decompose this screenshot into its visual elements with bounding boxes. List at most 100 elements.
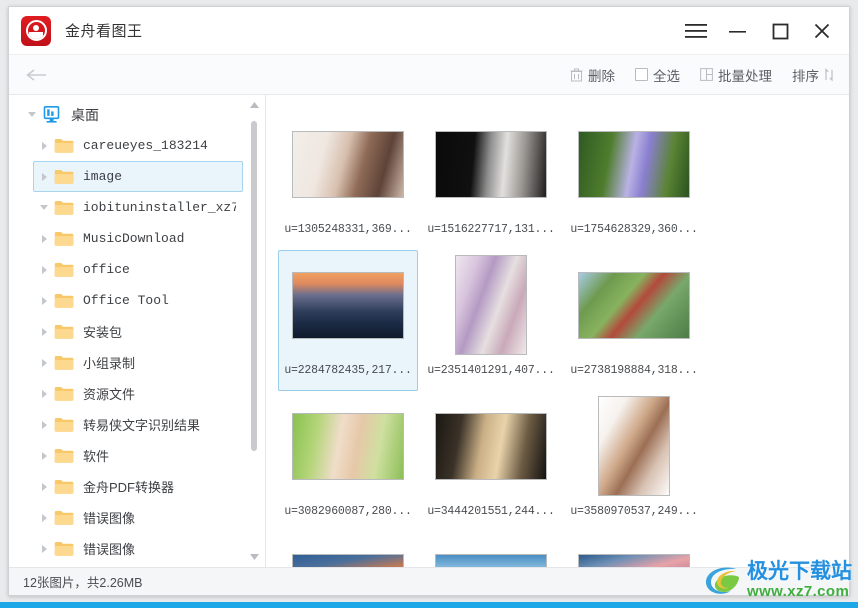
thumbnail-label: u=1516227717,131... [427,223,555,236]
thumbnail-item[interactable]: u=2284782435,217... [278,250,418,391]
tree-item-label: 小组录制 [83,356,136,371]
thumbnail-item[interactable]: u=1305248331,369... [278,109,418,250]
chevron-right-icon[interactable] [34,482,54,491]
thumbnail-item[interactable]: u=611352150,9500... [278,532,418,567]
thumbnail-image [455,255,527,355]
thumbnail-label: u=3580970537,249... [570,505,698,518]
thumbnail-image-wrap [569,394,699,498]
status-bar: 12张图片，共2.26MB [9,567,849,595]
hamburger-menu-icon[interactable] [675,11,717,51]
tree-item-3[interactable]: iobituninstaller_xz7.com [33,192,243,223]
thumbnail-label: u=3082960087,280... [284,505,412,518]
select-all-label: 全选 [653,68,680,84]
select-all-button[interactable]: 全选 [635,65,680,85]
thumbnail-item[interactable]: u=3082960087,280... [278,391,418,532]
back-arrow-icon[interactable] [23,61,51,89]
tree-item-label: careueyes_183214 [83,138,208,153]
tree-item-8[interactable]: 小组录制 [33,347,243,378]
thumbnail-label: u=1754628329,360... [570,223,698,236]
tree-item-12[interactable]: 金舟PDF转换器 [33,471,243,502]
chevron-right-icon[interactable] [34,544,54,553]
thumbnail-label: u=2738198884,318... [570,364,698,377]
folder-tree[interactable]: 桌面 careueyes_183214image iobituninstaller_… [9,95,243,567]
thumbnail-image-wrap [283,535,413,567]
tree-item-label: 转易侠文字识别结果 [83,418,201,433]
thumbnail-item[interactable]: u=2351401291,407... [421,250,561,391]
chevron-right-icon[interactable] [34,358,54,367]
tree-item-9[interactable]: 资源文件 [33,378,243,409]
delete-label: 删除 [588,68,615,84]
chevron-right-icon[interactable] [34,172,54,181]
tree-item-7[interactable]: 安装包 [33,316,243,347]
tree-item-label: 安装包 [83,325,123,340]
chevron-right-icon[interactable] [34,451,54,460]
tree-item-11[interactable]: 软件 [33,440,243,471]
tree-item-label: 金舟PDF转换器 [83,480,175,495]
thumbnail-item[interactable]: u=67027799,20362... [421,532,561,567]
scroll-up-icon[interactable] [248,99,260,111]
thumbnail-image [435,553,547,567]
chevron-right-icon[interactable] [34,327,54,336]
folder-icon [54,293,76,309]
trash-icon [570,68,583,82]
scrollbar-thumb[interactable] [251,121,257,451]
thumbnail-image [578,130,690,198]
folder-icon [54,417,76,433]
tree-item-2[interactable]: image [33,161,243,192]
maximize-icon[interactable] [759,11,801,51]
thumbnail-grid: u=1305248331,369... u=1516227717,131... u=… [276,109,843,567]
main-body: 桌面 careueyes_183214image iobituninstaller_… [9,95,849,567]
tree-item-0[interactable]: 桌面 [21,99,243,130]
tree-item-6[interactable]: Office Tool [33,285,243,316]
chevron-right-icon[interactable] [34,420,54,429]
thumbnail-image [598,396,670,496]
thumbnail-item[interactable]: u=1516227717,131... [421,109,561,250]
thumbnail-image-wrap [426,112,556,216]
tree-item-label: 软件 [83,449,110,464]
tree-item-4[interactable]: MusicDownload [33,223,243,254]
chevron-down-icon[interactable] [34,205,54,210]
thumbnail-image [435,412,547,480]
folder-icon [54,448,76,464]
tree-item-label: image [83,169,123,184]
chevron-right-icon[interactable] [34,513,54,522]
thumbnail-item[interactable]: u=3580970537,249... [564,391,704,532]
thumbnail-image [578,271,690,339]
chevron-right-icon[interactable] [34,296,54,305]
thumbnail-image-wrap [569,112,699,216]
thumbnail-item[interactable]: u=2738198884,318... [564,250,704,391]
thumbnail-item[interactable]: u=707084994,2531... [564,532,704,567]
folder-icon [54,324,76,340]
chevron-right-icon[interactable] [34,234,54,243]
folder-icon [54,541,76,557]
folder-icon [54,138,76,154]
tree-item-1[interactable]: careueyes_183214 [33,130,243,161]
checkbox-icon[interactable] [635,68,648,81]
folder-icon [54,169,76,185]
scrollbar-track[interactable] [251,113,257,549]
delete-button[interactable]: 删除 [570,65,615,85]
app-logo-icon [21,15,51,46]
thumbnail-image-wrap [426,535,556,567]
folder-icon [54,262,76,278]
chevron-right-icon[interactable] [34,265,54,274]
tree-item-13[interactable]: 错误图像 [33,502,243,533]
folder-icon [54,200,76,216]
sidebar-scrollbar[interactable] [248,99,260,563]
app-title: 金舟看图王 [65,23,143,40]
tree-item-14[interactable]: 错误图像 [33,533,243,564]
chevron-right-icon[interactable] [34,389,54,398]
thumbnail-item[interactable]: u=3444201551,244... [421,391,561,532]
thumbnail-item[interactable]: u=1754628329,360... [564,109,704,250]
chevron-right-icon[interactable] [34,141,54,150]
batch-process-button[interactable]: 批量处理 [700,65,772,85]
close-icon[interactable] [801,11,843,51]
tree-item-10[interactable]: 转易侠文字识别结果 [33,409,243,440]
thumbnail-pane[interactable]: u=1305248331,369... u=1516227717,131... u=… [266,95,849,567]
scroll-down-icon[interactable] [248,551,260,563]
tree-item-5[interactable]: office [33,254,243,285]
minimize-icon[interactable] [717,11,759,51]
monitor-icon [42,106,64,123]
chevron-down-icon[interactable] [22,112,42,117]
sort-button[interactable]: 排序 [792,65,835,85]
